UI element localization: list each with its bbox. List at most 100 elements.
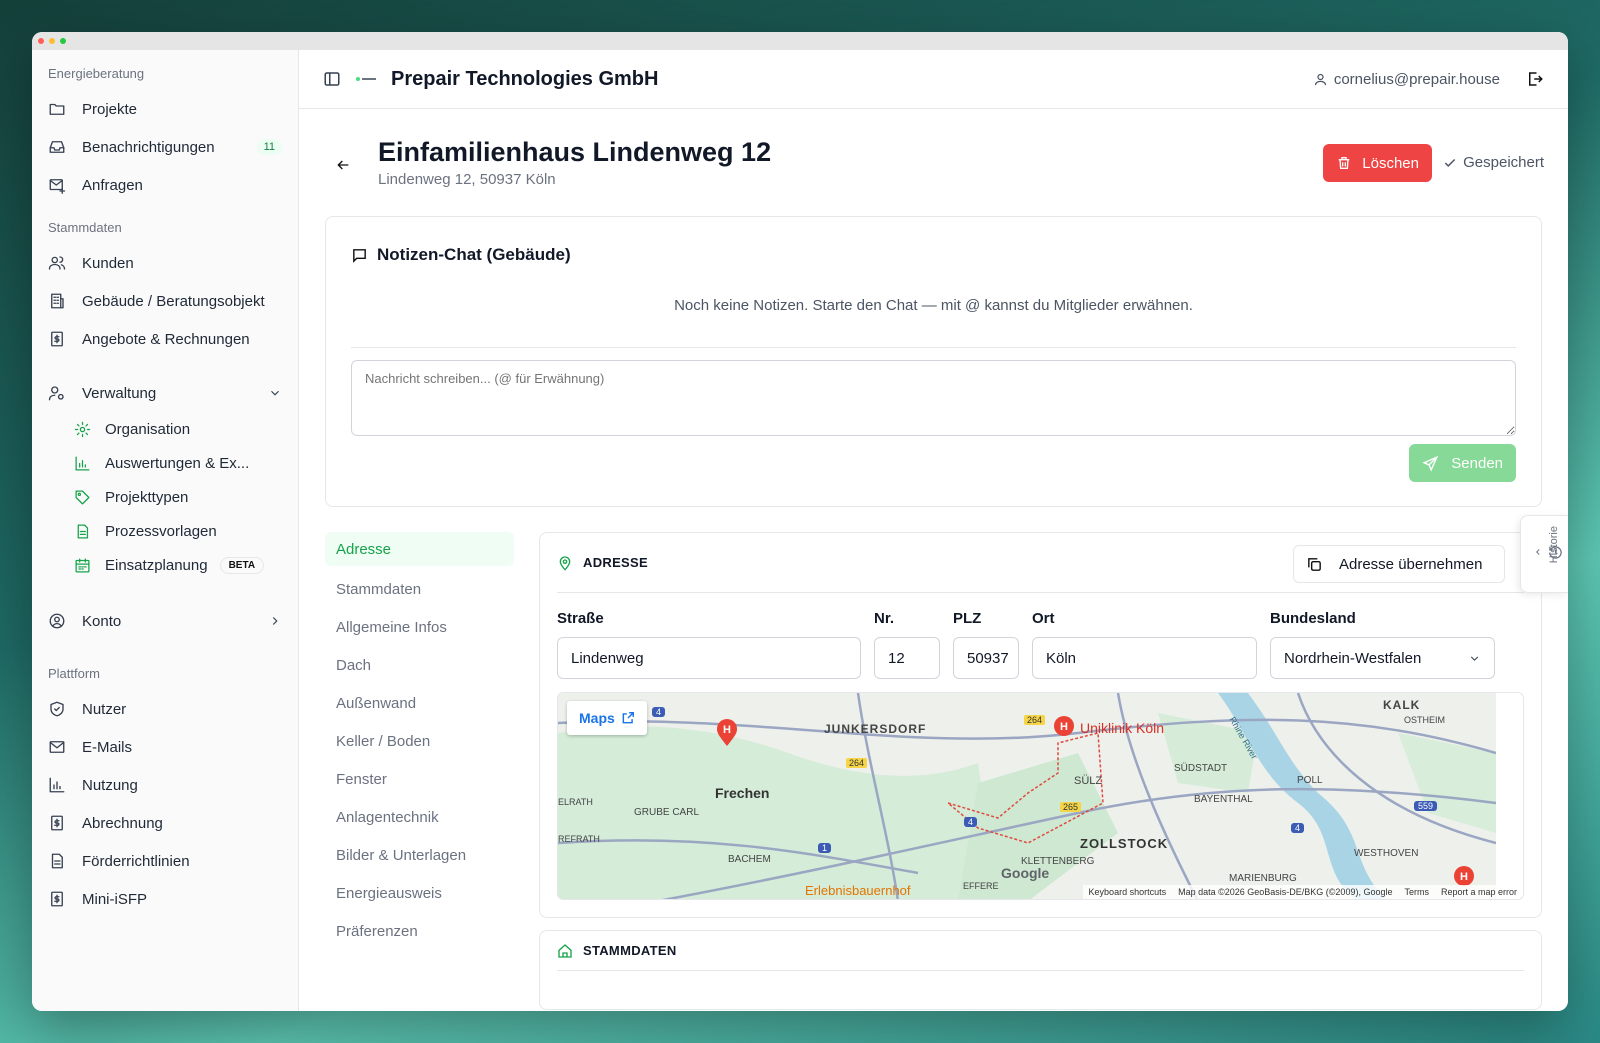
sidebar-item-label: Projekttypen (105, 488, 189, 506)
section-nav-item[interactable]: Präferenzen (325, 912, 514, 950)
sidebar-item-label: Verwaltung (82, 384, 157, 402)
sidebar-item-angebote-rechnungen[interactable]: Angebote & Rechnungen (32, 320, 298, 358)
plz-input[interactable]: 50937 (953, 637, 1019, 679)
copy-address-button[interactable]: Adresse übernehmen (1293, 545, 1505, 583)
sidebar-item-konto[interactable]: Konto (32, 602, 298, 640)
map-label-suedstadt: SÜDSTADT (1174, 763, 1228, 774)
page-header: Einfamilienhaus Lindenweg 12 Lindenweg 1… (323, 135, 1544, 195)
map-label-junkersdorf: JUNKERSDORF (824, 722, 927, 736)
delete-button[interactable]: Löschen (1323, 144, 1432, 182)
chevron-down-icon (1470, 655, 1479, 661)
send-button[interactable]: Senden (1409, 444, 1516, 482)
top-bar: Prepair Technologies GmbH cornelius@prep… (299, 50, 1568, 109)
svg-text:H: H (723, 724, 731, 736)
sidebar-subitem-prozessvorlagen[interactable]: Prozessvorlagen (32, 514, 298, 548)
section-nav-item[interactable]: Stammdaten (325, 570, 514, 608)
sidebar-item-label: Kunden (82, 254, 134, 272)
sidebar-subitem-einsatzplanung[interactable]: Einsatzplanung BETA (32, 548, 298, 582)
report-error-link[interactable]: Report a map error (1441, 887, 1517, 897)
sidebar-subitem-organisation[interactable]: Organisation (32, 412, 298, 446)
logout-icon[interactable] (1526, 70, 1544, 88)
section-nav-item[interactable]: Außenwand (325, 684, 514, 722)
state-select[interactable]: Nordrhein-Westfalen (1270, 637, 1495, 679)
sidebar-item-anfragen[interactable]: Anfragen (32, 166, 298, 204)
sidebar-item-mini-isfp[interactable]: Mini-iSFP (32, 880, 298, 918)
user-menu[interactable]: cornelius@prepair.house (1313, 71, 1500, 88)
map-footer: Keyboard shortcuts Map data ©2026 GeoBas… (1082, 885, 1523, 899)
sidebar-item-label: Prozessvorlagen (105, 522, 217, 540)
road-shield: 4 (652, 707, 666, 717)
sidebar-item-verwaltung[interactable]: Verwaltung (32, 374, 298, 412)
shield-icon (50, 701, 64, 717)
section-nav-item[interactable]: Anlagentechnik (325, 798, 514, 836)
section-nav-item[interactable]: Allgemeine Infos (325, 608, 514, 646)
plz-label: PLZ (953, 610, 982, 627)
sidebar-item-projekte[interactable]: Projekte (32, 90, 298, 128)
sidebar-item-nutzer[interactable]: Nutzer (32, 690, 298, 728)
section-nav-item[interactable]: Keller / Boden (325, 722, 514, 760)
ort-input[interactable]: Köln (1032, 637, 1257, 679)
sidebar-subitem-projekttypen[interactable]: Projekttypen (32, 480, 298, 514)
svg-text:H: H (1460, 871, 1468, 883)
saved-status: Gespeichert (1443, 154, 1544, 171)
section-nav-item[interactable]: Fenster (325, 760, 514, 798)
section-nav-item[interactable]: Adresse (325, 532, 514, 566)
sidebar-item-label: Organisation (105, 420, 191, 438)
sidebar-item-nutzung[interactable]: Nutzung (32, 766, 298, 804)
sidebar-item-f-rderrichtlinien[interactable]: Förderrichtlinien (32, 842, 298, 880)
tag-icon (75, 489, 90, 505)
minimize-dot[interactable] (49, 38, 55, 44)
invoice-icon (51, 891, 63, 907)
svg-text:H: H (1060, 721, 1068, 733)
sidebar: Energieberatung Projekte Benachrichtigunge… (32, 50, 299, 1011)
keyboard-shortcuts-link[interactable]: Keyboard shortcuts (1089, 887, 1167, 897)
message-icon (353, 248, 366, 263)
chat-title: Notizen-Chat (Gebäude) (351, 245, 571, 265)
sidebar-item-kunden[interactable]: Kunden (32, 244, 298, 282)
sidebar-section-title: Plattform (48, 666, 101, 681)
calendar-icon (75, 557, 90, 573)
back-arrow-icon[interactable] (335, 157, 351, 173)
sidebar-item-e-mails[interactable]: E-Mails (32, 728, 298, 766)
map-view[interactable]: Frechen JUNKERSDORF Uniklinik Köln SÜLZ … (557, 692, 1524, 900)
history-label: Historie (1548, 526, 1560, 564)
send-label: Senden (1451, 454, 1503, 472)
inbox-icon (49, 141, 65, 153)
users-icon (48, 256, 66, 270)
user-icon (1314, 73, 1326, 85)
open-maps-button[interactable]: Maps (567, 701, 647, 735)
notes-chat-panel: Notizen-Chat (Gebäude) Noch keine Notize… (325, 216, 1542, 507)
terms-link[interactable]: Terms (1404, 887, 1429, 897)
close-dot[interactable] (38, 38, 44, 44)
hospital-marker-icon[interactable]: H (715, 719, 739, 747)
divider (351, 347, 1516, 348)
address-card: ADRESSE Adresse übernehmen Straße Nr. PL… (539, 532, 1542, 918)
sidebar-subitem-auswertungen-ex-[interactable]: Auswertungen & Ex... (32, 446, 298, 480)
street-input[interactable]: Lindenweg (557, 637, 861, 679)
maximize-dot[interactable] (60, 38, 66, 44)
sidebar-item-abrechnung[interactable]: Abrechnung (32, 804, 298, 842)
gear-icon (74, 421, 91, 437)
hospital-marker-icon[interactable]: H (1053, 715, 1075, 737)
road-shield: 559 (1414, 801, 1438, 811)
section-nav-item[interactable]: Dach (325, 646, 514, 684)
sidebar-item-label: Benachrichtigungen (82, 138, 215, 156)
sidebar-toggle-icon[interactable] (323, 70, 341, 88)
sidebar-item-benachrichtigungen[interactable]: Benachrichtigungen 11 (32, 128, 298, 166)
hospital-marker-icon[interactable]: H (1453, 865, 1475, 887)
history-panel-toggle[interactable]: Historie (1520, 515, 1568, 593)
map-label-poll: POLL (1297, 775, 1323, 786)
sidebar-item-label: Konto (82, 612, 122, 630)
state-select-value: Nordrhein-Westfalen (1284, 649, 1422, 667)
chevron-right-icon (272, 617, 278, 625)
map-label-suelz: SÜLZ (1074, 775, 1103, 787)
section-nav-item[interactable]: Energieausweis (325, 874, 514, 912)
section-nav-item[interactable]: Bilder & Unterlagen (325, 836, 514, 874)
mail-icon (49, 741, 65, 753)
nr-input[interactable]: 12 (874, 637, 940, 679)
map-label-ostheim: OSTHEIM (1404, 715, 1446, 725)
chat-message-input[interactable] (351, 360, 1516, 436)
sidebar-item-geb-ude-beratungsobjekt[interactable]: Gebäude / Beratungsobjekt (32, 282, 298, 320)
